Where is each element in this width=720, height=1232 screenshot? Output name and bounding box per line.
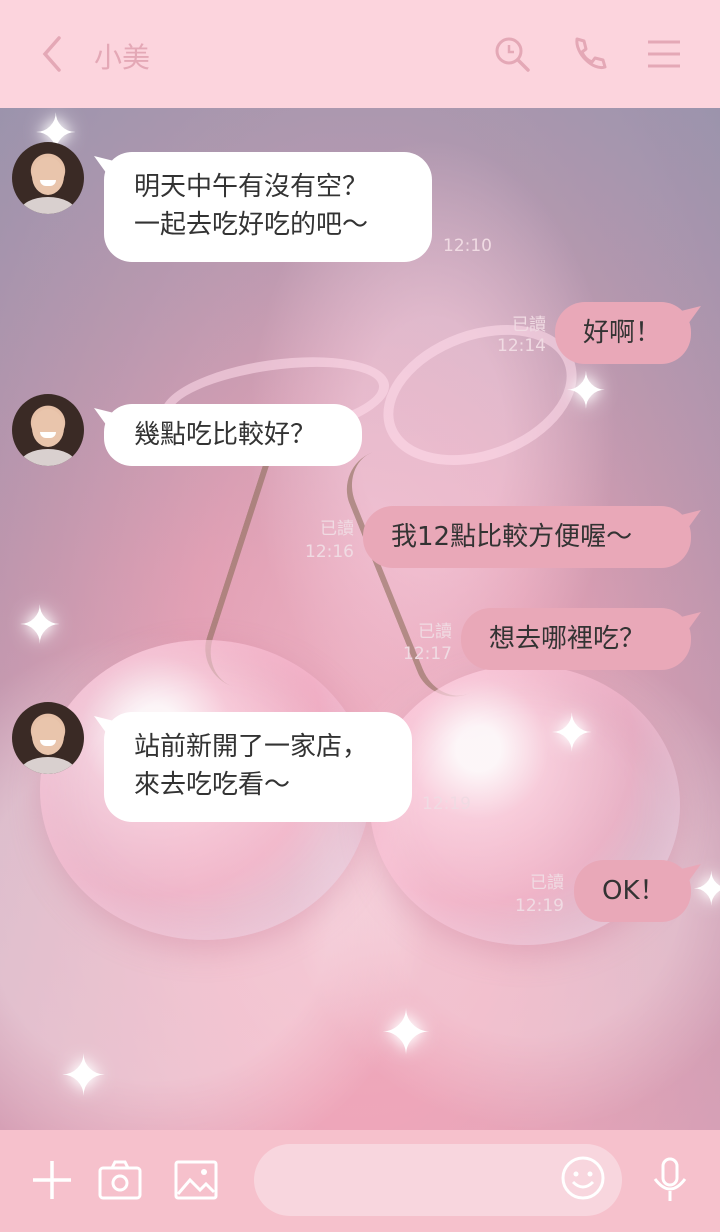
message-text: 來去吃吃看～ (134, 770, 291, 800)
menu-icon[interactable] (640, 30, 688, 78)
message-bubble-incoming[interactable]: 站前新開了一家店， 來去吃吃看～ (104, 712, 412, 822)
chat-screen: ✦ ✦ ✦ ✦ ✦ ✦ ✦ 小美 明天中午有沒有空？ 一起去吃好吃的吧～ 12:… (0, 0, 720, 1232)
message-text: 明天中午有沒有空？ (134, 172, 369, 202)
sparkle-icon: ✦ (18, 596, 62, 656)
read-status: 已讀 (530, 873, 564, 893)
phone-icon[interactable] (564, 30, 612, 78)
message-bubble-outgoing[interactable]: OK！ (574, 860, 691, 922)
plus-icon[interactable] (28, 1156, 76, 1204)
chat-title: 小美 (94, 41, 151, 74)
image-icon[interactable] (172, 1156, 220, 1204)
avatar[interactable] (12, 702, 84, 774)
message-bubble-incoming[interactable]: 明天中午有沒有空？ 一起去吃好吃的吧～ (104, 152, 432, 262)
read-status: 已讀 (418, 622, 452, 642)
sparkle-icon: ✦ (565, 362, 607, 420)
message-text: 一起去吃好吃的吧～ (134, 210, 369, 240)
message-text: 站前新開了一家店， (134, 732, 369, 762)
read-status: 已讀 (512, 315, 546, 335)
message-time: 12:16 (305, 542, 354, 562)
avatar[interactable] (12, 394, 84, 466)
message-bubble-outgoing[interactable]: 我12點比較方便喔～ (363, 506, 691, 568)
message-bubble-incoming[interactable]: 幾點吃比較好？ (104, 404, 362, 466)
message-time: 12:17 (403, 644, 452, 664)
message-time: 12:19 (422, 794, 471, 814)
read-status: 已讀 (320, 519, 354, 539)
camera-icon[interactable] (96, 1156, 144, 1204)
chat-header: 小美 (0, 0, 720, 108)
sparkle-icon: ✦ (550, 704, 594, 764)
sparkle-icon: ✦ (380, 996, 432, 1069)
message-time: 12:19 (515, 896, 564, 916)
avatar[interactable] (12, 142, 84, 214)
back-icon[interactable] (28, 30, 76, 78)
message-text: 我12點比較方便喔～ (391, 522, 633, 552)
message-text: 好啊！ (583, 318, 662, 348)
message-time: 12:10 (443, 236, 492, 256)
message-text: 想去哪裡吃？ (489, 624, 646, 654)
message-text: OK！ (602, 876, 666, 906)
message-time: 12:14 (497, 336, 546, 356)
search-icon[interactable] (488, 30, 536, 78)
message-bubble-outgoing[interactable]: 想去哪裡吃？ (461, 608, 691, 670)
message-text: 幾點吃比較好？ (134, 420, 317, 450)
sparkle-icon: ✦ (60, 1044, 107, 1109)
mic-icon[interactable] (646, 1156, 694, 1204)
emoji-icon[interactable] (560, 1155, 610, 1205)
message-bubble-outgoing[interactable]: 好啊！ (555, 302, 691, 364)
